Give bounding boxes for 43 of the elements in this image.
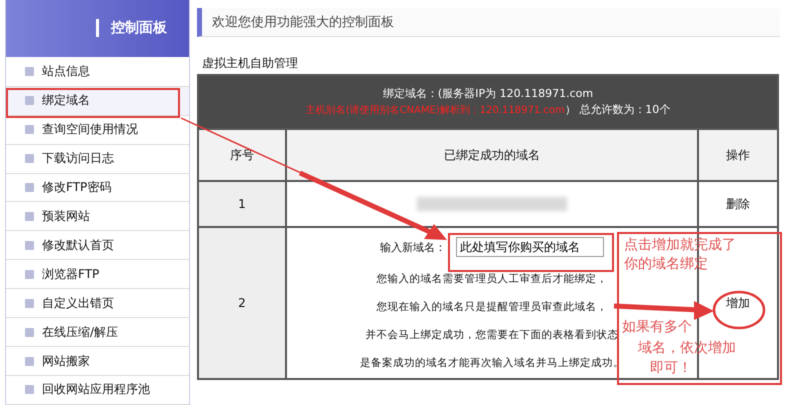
sidebar-item[interactable]: 在线压缩/解压	[6, 318, 189, 348]
table-cell: 1	[198, 181, 286, 227]
sidebar-item[interactable]: 修改默认首页	[6, 231, 189, 260]
bullet-icon	[25, 270, 34, 279]
banner-text: 绑定域名：(服务器IP为 120.118971.com	[382, 86, 594, 102]
bullet-icon	[25, 154, 34, 164]
field-label: 输入新域名：	[380, 240, 446, 254]
alias-text: 主机别名(请使用别名CNAME)解析到：120.118971.com	[306, 104, 565, 116]
add-link[interactable]: 增加	[726, 296, 750, 310]
sidebar-item[interactable]: 预装网站	[6, 202, 189, 232]
table-cell: 2	[198, 227, 286, 379]
bullet-icon	[25, 125, 34, 134]
sidebar-item[interactable]: 下载访问日志	[6, 144, 189, 174]
domain-input[interactable]: 此处填写你购买的域名	[456, 237, 604, 257]
bullet-icon	[25, 67, 34, 76]
note-text: 是备案成功的域名才能再次输入域名并马上绑定成功。	[360, 356, 624, 371]
delete-link[interactable]: 删除	[726, 196, 750, 210]
bullet-icon	[25, 240, 34, 250]
column-header: 已绑定成功的域名	[286, 129, 698, 181]
section-title: 虚拟主机自助管理	[201, 55, 299, 72]
bullet-icon	[25, 356, 34, 366]
sidebar-item[interactable]: 网站搬家	[6, 347, 189, 376]
annotation-circle	[712, 290, 766, 330]
sidebar-item[interactable]: 修改FTP密码	[6, 174, 189, 202]
bullet-icon	[25, 96, 34, 106]
note-text: 您输入的域名需要管理员人工审查后才能绑定，	[376, 272, 608, 287]
bullet-icon	[25, 212, 34, 221]
bullet-icon	[25, 385, 34, 394]
note-text: 并不会马上绑定成功，您需要在下面的表格看到状态	[366, 328, 618, 343]
sidebar-item[interactable]: 回收网站应用程序池	[6, 376, 189, 405]
bullet-icon	[25, 298, 34, 308]
bullet-icon	[25, 328, 34, 337]
bullet-icon	[25, 183, 34, 192]
sidebar-item[interactable]: 浏览器FTP	[6, 260, 189, 290]
sidebar-item[interactable]: 查询空间使用情况	[6, 116, 189, 145]
note-text: 您现在输入的域名只是提醒管理员审查此域名，	[376, 300, 608, 315]
column-header: 操作	[698, 129, 778, 181]
banner-text: ） 总允许数为：10个	[564, 102, 670, 116]
annotation-text: 即可！	[650, 359, 692, 378]
annotation-text: 如果有多个	[622, 318, 692, 337]
sidebar-title: 控制面板	[96, 19, 167, 38]
page-title: 欢迎您使用功能强大的控制面板	[197, 8, 780, 37]
sidebar-item[interactable]: 自定义出错页	[6, 289, 189, 318]
